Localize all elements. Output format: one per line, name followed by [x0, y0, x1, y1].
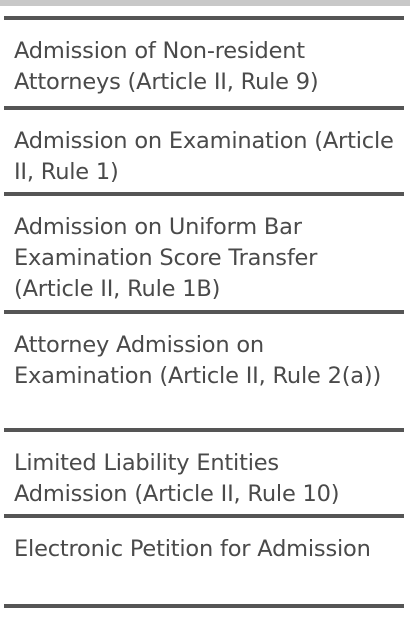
menu-item-label: Attorney Admission on Examination (Artic… [14, 332, 382, 389]
menu-item-label: Admission of Non-resident Attorneys (Art… [14, 38, 319, 95]
top-band [0, 0, 410, 6]
menu-item-label: Admission on Uniform Bar Examination Sco… [14, 214, 318, 302]
menu-item-non-resident-attorneys[interactable]: Admission of Non-resident Attorneys (Art… [4, 20, 404, 106]
menu-item-admission-on-examination[interactable]: Admission on Examination (Article II, Ru… [4, 110, 404, 192]
admissions-menu: Admission of Non-resident Attorneys (Art… [4, 16, 404, 608]
menu-item-label: Limited Liability Entities Admission (Ar… [14, 450, 340, 507]
menu-item-label: Electronic Petition for Admission [14, 536, 371, 562]
menu-divider [4, 604, 404, 608]
menu-item-electronic-petition[interactable]: Electronic Petition for Admission [4, 518, 404, 604]
menu-item-label: Admission on Examination (Article II, Ru… [14, 128, 394, 185]
menu-item-limited-liability-entities[interactable]: Limited Liability Entities Admission (Ar… [4, 432, 404, 514]
menu-item-ube-score-transfer[interactable]: Admission on Uniform Bar Examination Sco… [4, 196, 404, 310]
menu-item-attorney-admission-on-examination[interactable]: Attorney Admission on Examination (Artic… [4, 314, 404, 428]
